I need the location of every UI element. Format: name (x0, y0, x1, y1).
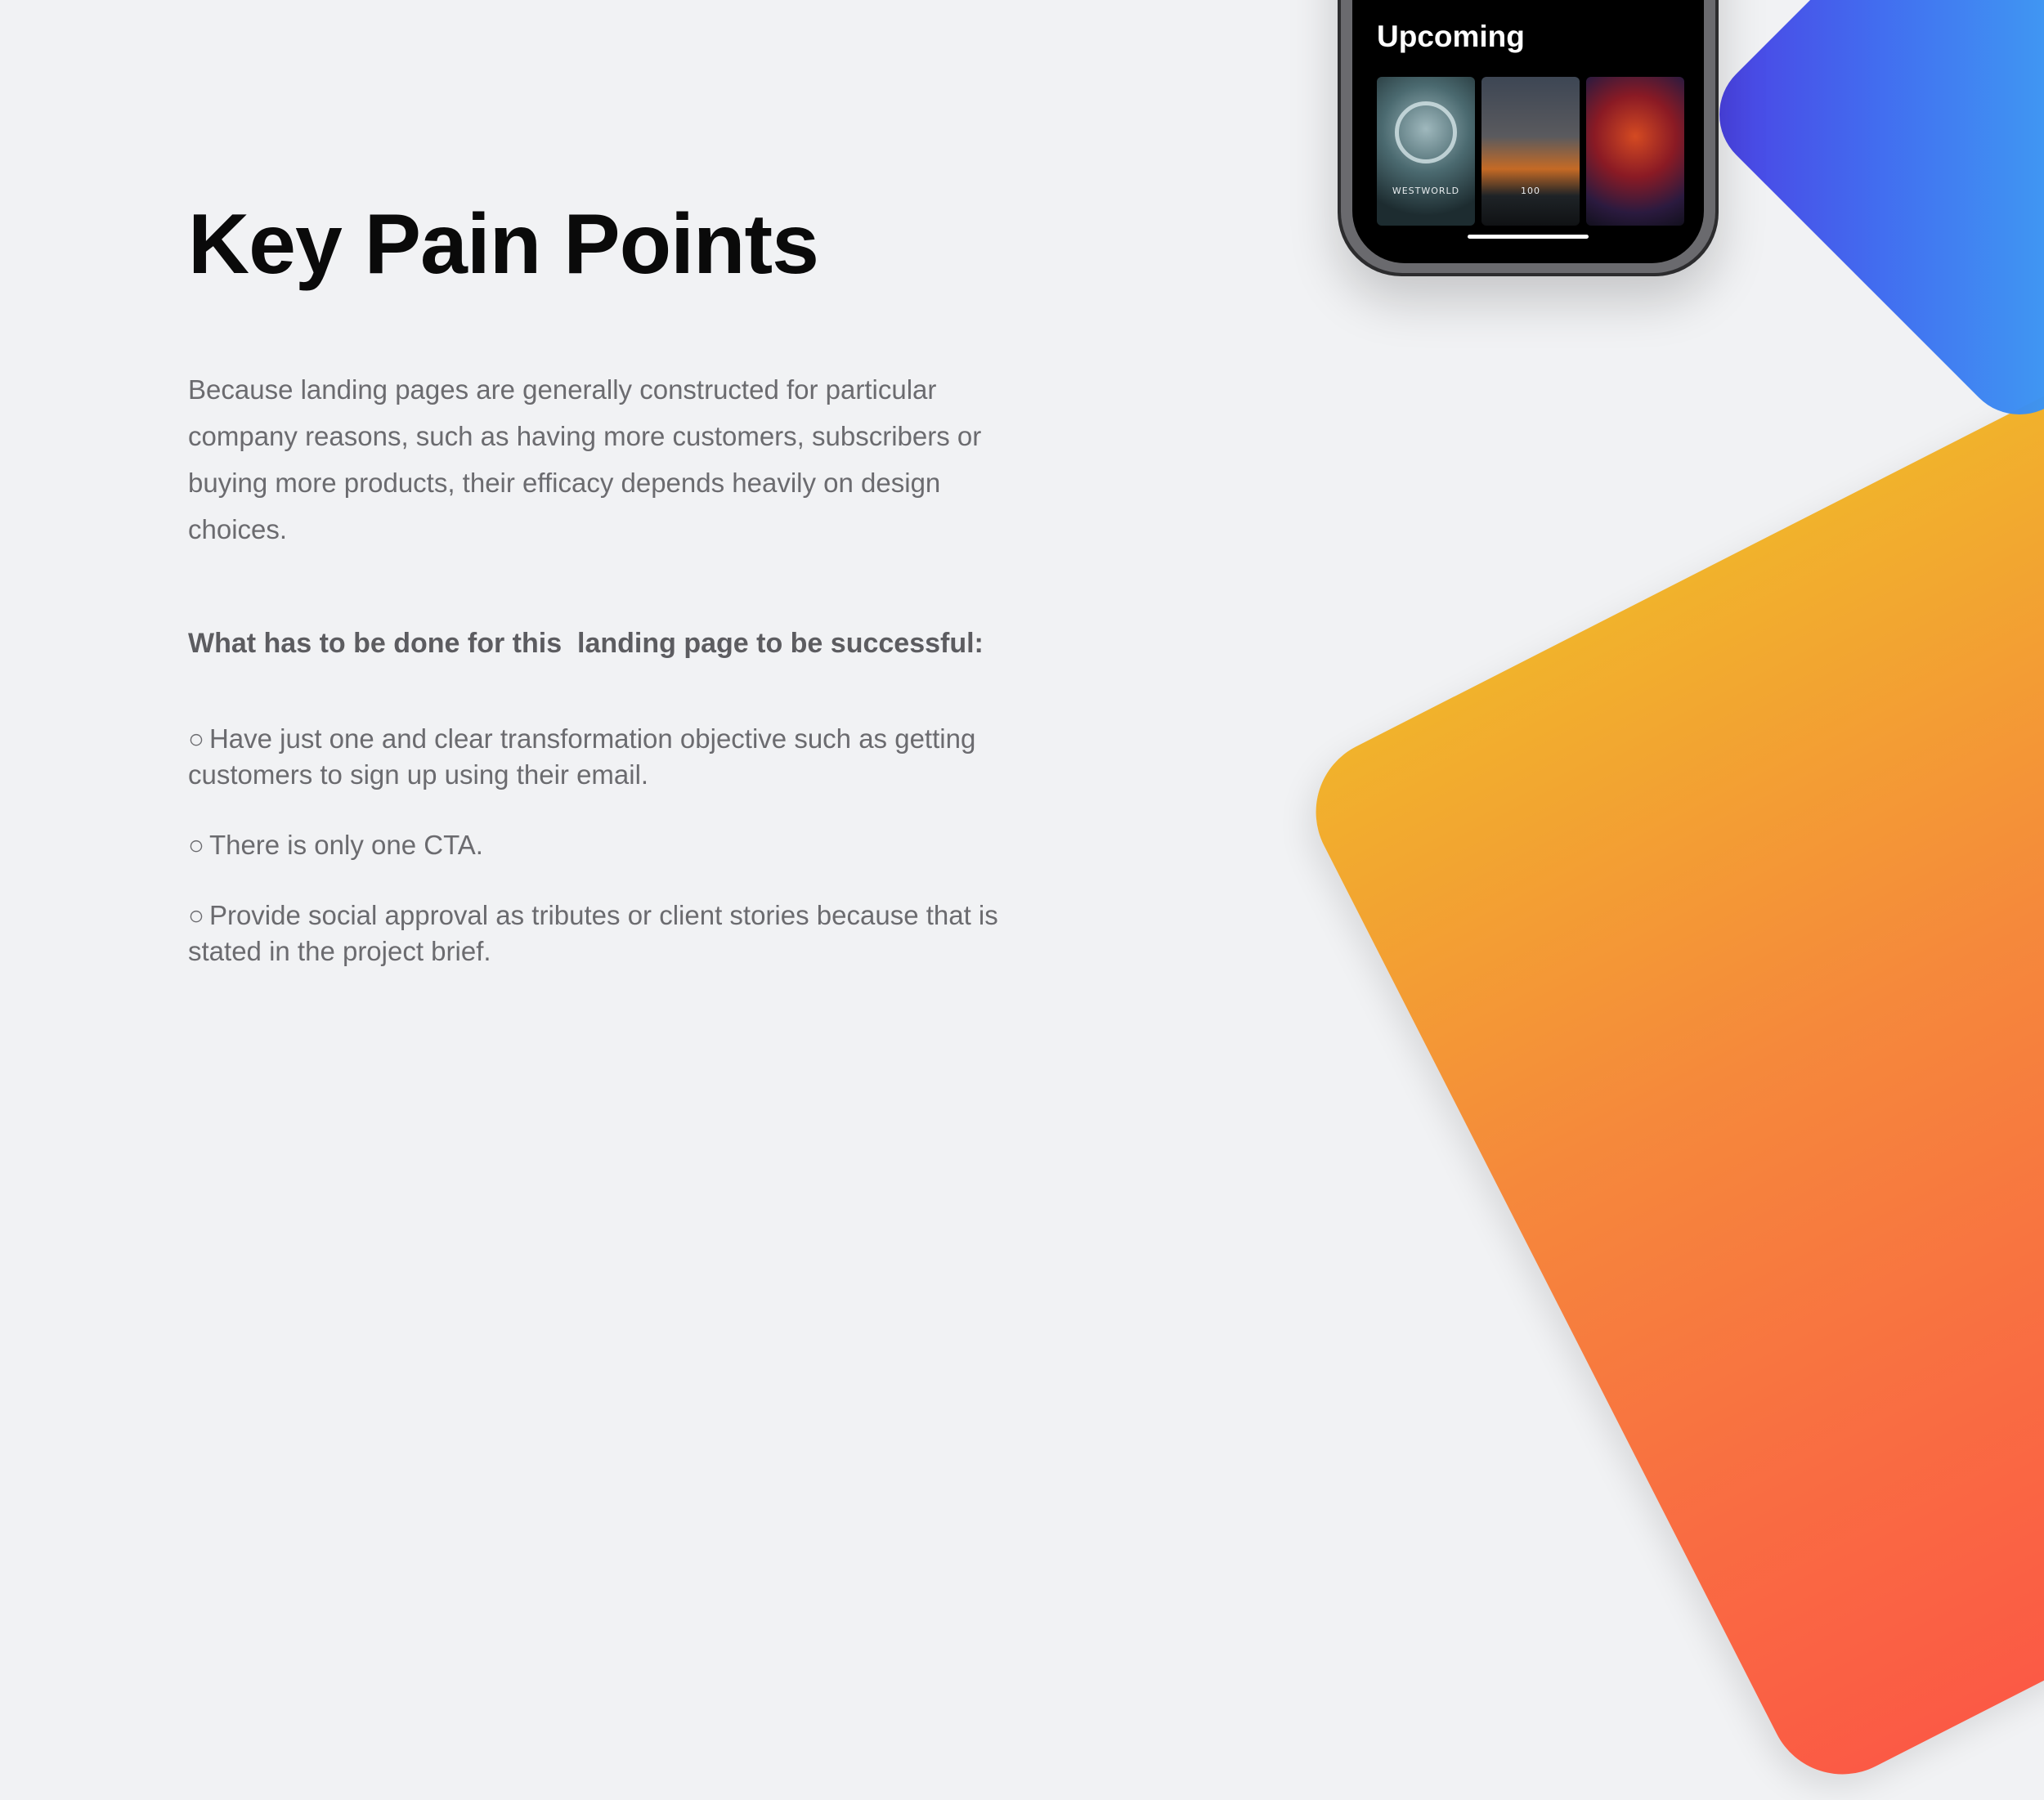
home-indicator (1468, 235, 1589, 239)
poster-westworld[interactable]: WESTWORLD (1377, 77, 1475, 226)
circle-bullet-icon: ○ (188, 830, 204, 860)
requirements-heading: What has to be done for this landing pag… (188, 628, 984, 659)
list-item: ○ Have just one and clear transformation … (188, 721, 1055, 793)
poster-caption: 100 (1521, 186, 1540, 196)
poster-stranger-things[interactable] (1586, 77, 1684, 226)
list-item-text: Have just one and clear transformation o… (188, 723, 976, 790)
poster-caption: WESTWORLD (1392, 186, 1460, 196)
phone-bezel: Upcoming WESTWORLD 100 (1341, 0, 1715, 273)
intro-paragraph: Because landing pages are generally cons… (188, 374, 982, 544)
list-item: ○ Provide social approval as tributes or … (188, 898, 1055, 969)
orange-decorative-shape (1290, 260, 2044, 1800)
list-item-text: There is only one CTA. (208, 830, 483, 860)
list-item-text: Provide social approval as tributes or c… (188, 900, 998, 966)
westworld-logo-icon (1395, 101, 1457, 163)
upcoming-section-title: Upcoming (1377, 20, 1525, 53)
poster-the-100[interactable]: 100 (1481, 77, 1580, 226)
circle-bullet-icon: ○ (188, 900, 204, 930)
phone-screen: Upcoming WESTWORLD 100 (1352, 0, 1704, 263)
page-title: Key Pain Points (188, 197, 819, 292)
list-item: ○ There is only one CTA. (188, 827, 1055, 863)
circle-bullet-icon: ○ (188, 723, 204, 754)
phone-mockup: Upcoming WESTWORLD 100 (1338, 0, 1719, 276)
blue-decorative-shape (1696, 0, 2044, 438)
requirements-list: ○ Have just one and clear transformation … (188, 721, 1055, 1004)
